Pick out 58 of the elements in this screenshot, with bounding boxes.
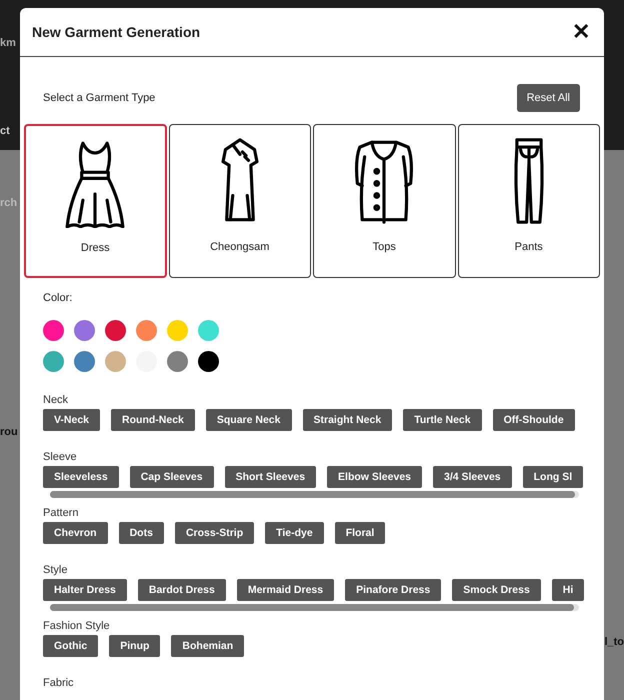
option-chip[interactable]: Elbow Sleeves xyxy=(327,466,422,488)
option-chip[interactable]: Cap Sleeves xyxy=(130,466,214,488)
background-text: km xyxy=(0,37,16,49)
color-swatch[interactable] xyxy=(136,320,157,341)
color-swatch[interactable] xyxy=(74,351,95,372)
reset-button[interactable]: Reset All xyxy=(516,84,580,112)
option-label: Fashion Style xyxy=(43,620,110,632)
garment-type-card[interactable]: Tops xyxy=(313,124,456,278)
section-label: Select a Garment Type xyxy=(43,92,156,104)
color-swatch[interactable] xyxy=(167,351,188,372)
dialog-title: New Garment Generation xyxy=(32,24,200,40)
background-text: ct xyxy=(0,125,10,137)
option-chip[interactable]: Square Neck xyxy=(206,409,292,431)
option-chip[interactable]: Dots xyxy=(118,522,164,544)
garment-type-card[interactable]: Pants xyxy=(458,124,600,278)
option-chip[interactable]: Tie-dye xyxy=(265,522,324,544)
option-chip[interactable]: Gothic xyxy=(43,635,98,657)
option-chip[interactable]: Pinup xyxy=(109,635,160,657)
option-chip[interactable]: Long Sl xyxy=(522,466,584,488)
garment-type-card[interactable]: Cheongsam xyxy=(168,124,311,278)
color-swatch[interactable] xyxy=(105,320,126,341)
background-text: rou xyxy=(0,426,18,438)
option-chip[interactable]: Short Sleeves xyxy=(224,466,316,488)
background-text: rch xyxy=(0,197,18,209)
color-swatch[interactable] xyxy=(167,320,188,341)
color-swatch[interactable] xyxy=(198,351,219,372)
scrollbar[interactable] xyxy=(50,604,579,611)
option-chip[interactable]: Bardot Dress xyxy=(138,579,226,601)
option-label: Fabric xyxy=(43,677,74,689)
option-chip[interactable]: Smock Dress xyxy=(452,579,541,601)
option-chip[interactable]: Mermaid Dress xyxy=(236,579,334,601)
option-chip[interactable]: Off-Shoulde xyxy=(492,409,575,431)
color-label: Color: xyxy=(43,292,72,304)
background-text: l_to xyxy=(604,636,624,648)
option-label: Style xyxy=(43,564,68,576)
option-chip[interactable]: Floral xyxy=(334,522,386,544)
option-chip[interactable]: V-Neck xyxy=(43,409,100,431)
option-chip[interactable]: Turtle Neck xyxy=(403,409,482,431)
option-label: Neck xyxy=(43,394,68,406)
option-chip[interactable]: Sleeveless xyxy=(43,466,119,488)
option-chip[interactable]: Round-Neck xyxy=(111,409,195,431)
color-swatch[interactable] xyxy=(43,320,64,341)
option-label: Pattern xyxy=(43,507,78,519)
option-chip[interactable]: Bohemian xyxy=(171,635,244,657)
option-chip[interactable]: Pinafore Dress xyxy=(345,579,442,601)
color-swatch[interactable] xyxy=(43,351,64,372)
color-swatch[interactable] xyxy=(105,351,126,372)
option-chip[interactable]: Cross-Strip xyxy=(174,522,254,544)
scrollbar[interactable] xyxy=(50,491,579,498)
option-chip[interactable]: Straight Neck xyxy=(302,409,392,431)
color-swatch[interactable] xyxy=(198,320,219,341)
color-swatch[interactable] xyxy=(74,320,95,341)
option-chip[interactable]: Hi xyxy=(552,579,584,601)
option-chip[interactable]: Halter Dress xyxy=(43,579,127,601)
option-chip[interactable]: 3/4 Sleeves xyxy=(433,466,512,488)
option-label: Sleeve xyxy=(43,451,77,463)
garment-type-card[interactable]: Dress xyxy=(24,124,166,278)
option-chip[interactable]: Chevron xyxy=(43,522,108,544)
